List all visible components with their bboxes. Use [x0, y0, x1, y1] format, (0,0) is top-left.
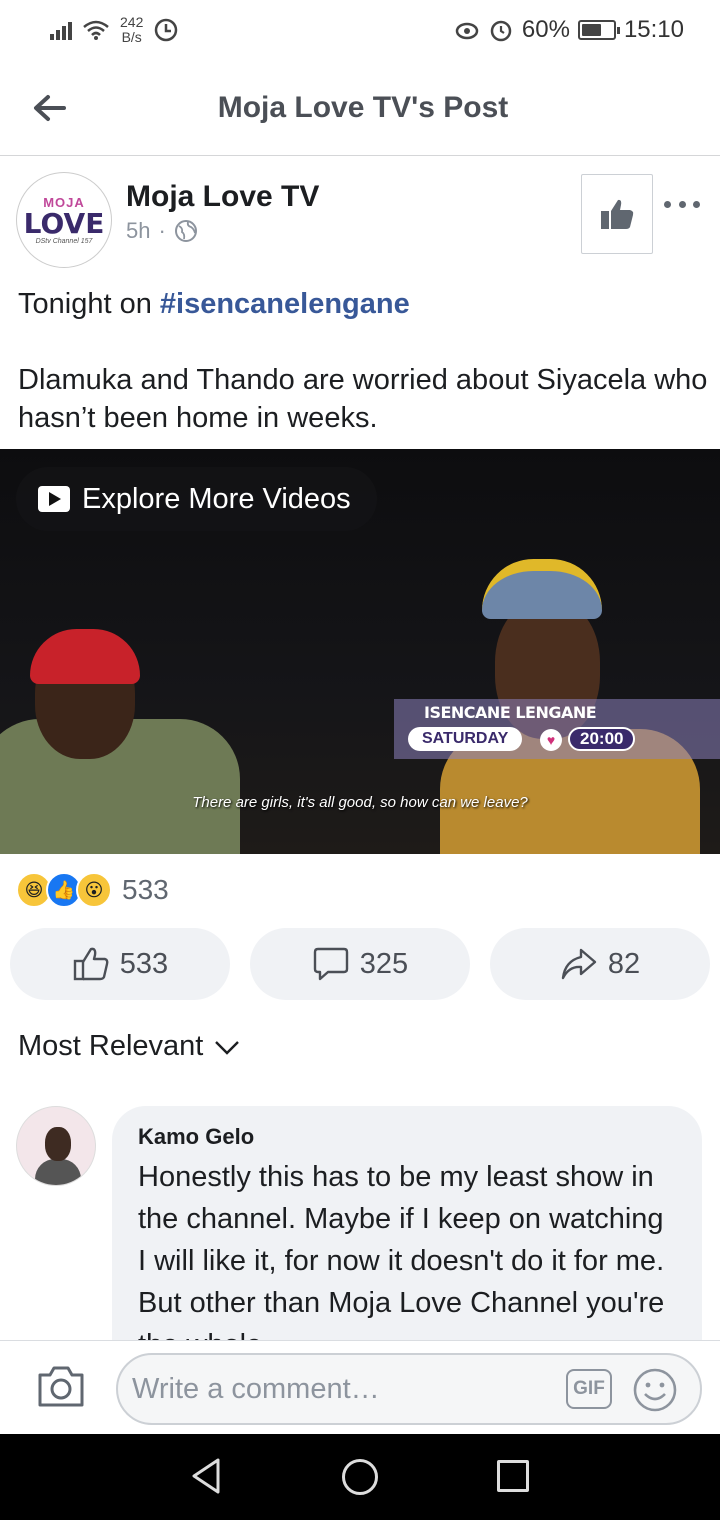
wow-reaction-icon: 😮: [76, 872, 112, 908]
status-bar: 242 B/s 60% 15:10: [0, 0, 720, 60]
share-icon: [561, 948, 597, 980]
reactions-summary[interactable]: 😆 👍 😮 533: [16, 870, 169, 910]
comment-icon: [313, 947, 348, 981]
comment-input[interactable]: [132, 1372, 552, 1406]
post-text-prefix: Tonight on: [18, 288, 160, 320]
like-page-button[interactable]: [581, 174, 653, 254]
comment-text: Honestly this has to be my least show in…: [138, 1161, 665, 1361]
video-frame-person-left: [0, 609, 270, 854]
heart-icon: ♥: [540, 729, 562, 751]
page-title: Moja Love TV's Post: [217, 90, 509, 124]
share-button[interactable]: 82: [490, 928, 710, 1000]
comment-button[interactable]: 325: [250, 928, 470, 1000]
comment-count: 325: [359, 947, 409, 980]
battery-percent: 60%: [521, 16, 570, 43]
sort-label: Most Relevant: [18, 1030, 204, 1062]
meta-separator: ·: [158, 218, 166, 243]
video-subtitle: There are girls, it's all good, so how c…: [192, 794, 528, 811]
like-count: 533: [119, 947, 169, 980]
battery-icon: [577, 20, 620, 40]
page-avatar[interactable]: MOJA LOVE DStv Channel 157: [16, 172, 112, 268]
signal-icon: [50, 20, 72, 40]
video-play-icon: [38, 486, 70, 512]
globe-icon: [174, 220, 197, 242]
page-name-link[interactable]: Moja Love TV: [126, 180, 319, 214]
clock: 15:10: [623, 16, 684, 43]
data-saver-icon: [155, 18, 178, 42]
comment-bubble[interactable]: Kamo Gelo Honestly this has to be my lea…: [112, 1106, 702, 1366]
avatar-logo-line3: DStv Channel 157: [35, 238, 93, 245]
camera-icon[interactable]: [36, 1363, 86, 1409]
network-speed-value: 242: [120, 14, 144, 30]
commenter-avatar[interactable]: [16, 1106, 96, 1186]
promo-show-name: ISENCANE LENGANE: [424, 703, 597, 722]
nav-back-icon[interactable]: [188, 1456, 224, 1496]
back-arrow-icon[interactable]: [30, 88, 70, 128]
video-player[interactable]: Explore More Videos ISENCANE LENGANE SAT…: [0, 449, 720, 854]
alarm-icon: [490, 20, 512, 42]
gif-button[interactable]: GIF: [566, 1369, 612, 1409]
network-speed-unit: B/s: [121, 29, 142, 45]
chevron-down-icon: [215, 1040, 240, 1055]
post-text-body: Dlamuka and Thando are worried about Siy…: [18, 364, 708, 434]
thumbs-up-icon: [601, 199, 634, 229]
eye-comfort-icon: [455, 22, 479, 40]
like-button[interactable]: 533: [10, 928, 230, 1000]
avatar-logo-line2: LOVE: [23, 207, 105, 240]
hashtag-link[interactable]: #isencanelengane: [160, 288, 410, 320]
post-meta: 5h ·: [126, 218, 198, 244]
promo-time: 20:00: [568, 727, 636, 751]
nav-recent-apps-icon[interactable]: [497, 1460, 529, 1492]
post-actions: 533 325 82: [10, 928, 710, 1000]
show-promo-banner: ISENCANE LENGANE SATURDAY ♥ 20:00: [394, 699, 720, 759]
wifi-icon: [83, 20, 109, 40]
promo-day: SATURDAY: [408, 727, 523, 751]
more-options-icon[interactable]: [664, 192, 700, 216]
share-count: 82: [607, 947, 641, 980]
network-speed: 242 B/s: [120, 15, 143, 45]
post-author-row: MOJA LOVE DStv Channel 157 Moja Love TV …: [16, 172, 706, 272]
explore-label: Explore More Videos: [82, 482, 351, 515]
comment-input-wrapper: GIF: [116, 1353, 702, 1425]
comment-author[interactable]: Kamo Gelo: [138, 1124, 676, 1150]
write-comment-bar: GIF: [0, 1340, 720, 1434]
like-outline-icon: [73, 947, 109, 981]
reaction-count: 533: [122, 874, 169, 905]
post-text: Tonight on #isencanelengane Dlamuka and …: [18, 285, 708, 475]
emoji-icon[interactable]: [632, 1367, 678, 1413]
nav-home-icon[interactable]: [342, 1459, 378, 1495]
system-nav-bar: [0, 1434, 720, 1520]
post-header-bar: Moja Love TV's Post: [0, 60, 720, 156]
post-time[interactable]: 5h: [126, 218, 150, 244]
explore-more-videos-button[interactable]: Explore More Videos: [16, 467, 377, 531]
comment-sort-dropdown[interactable]: Most Relevant: [18, 1030, 241, 1063]
